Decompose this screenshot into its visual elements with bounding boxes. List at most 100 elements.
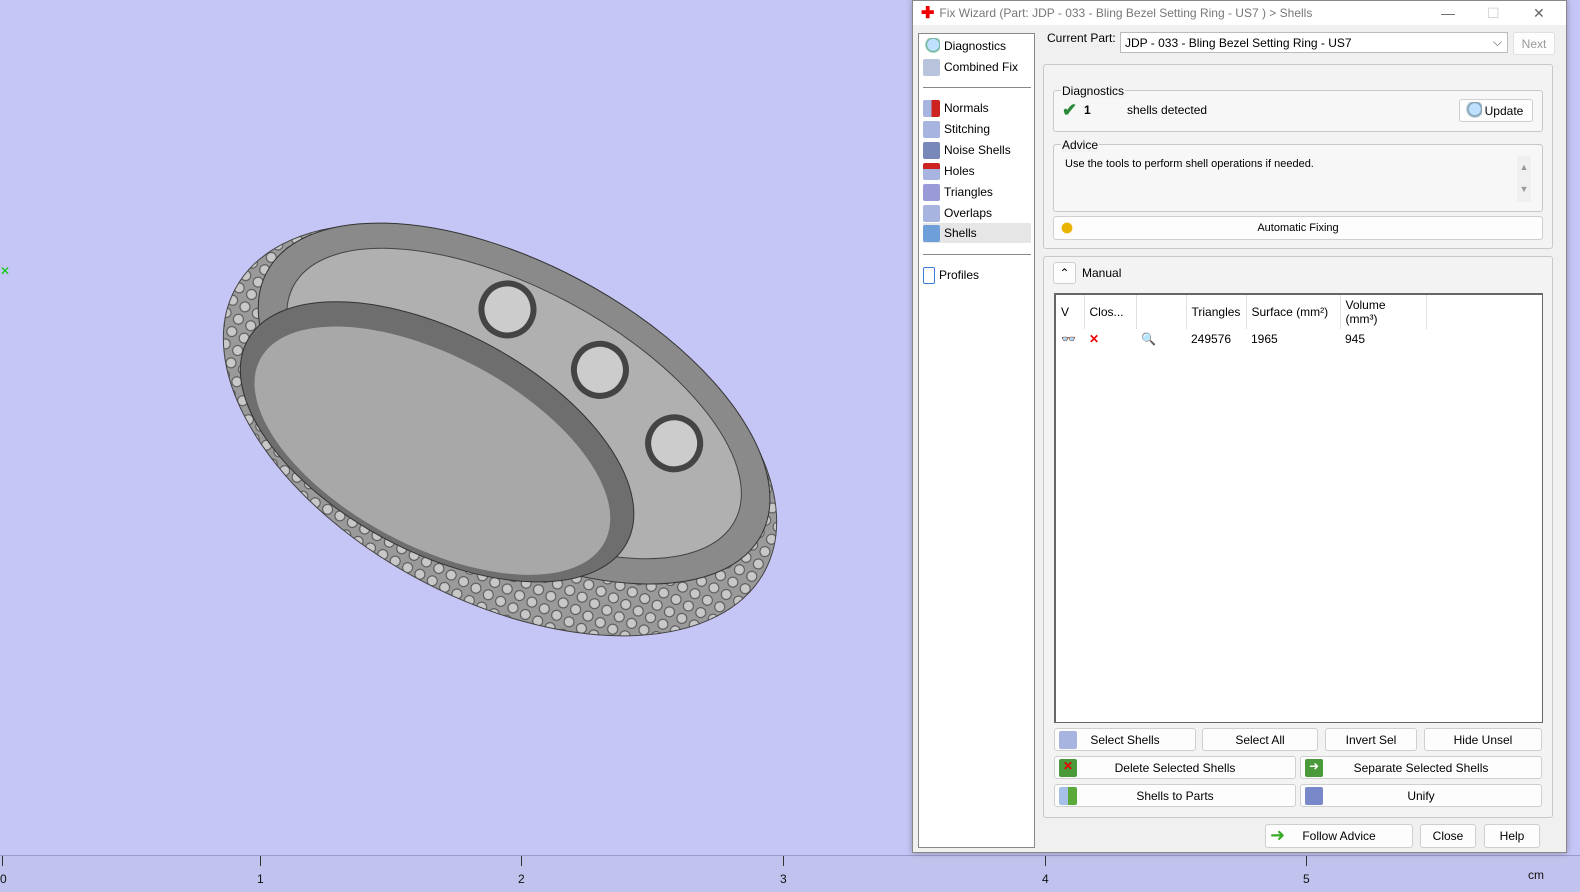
triangles-value: 249576 xyxy=(1191,332,1232,346)
ruler-label: 5 xyxy=(1303,872,1310,886)
nav-profiles[interactable]: Profiles xyxy=(923,265,1031,285)
ruler-unit: cm xyxy=(1528,868,1544,882)
next-button[interactable]: Next xyxy=(1513,32,1555,55)
combined-fix-icon xyxy=(923,58,940,76)
help-button[interactable]: Help xyxy=(1484,824,1540,848)
button-label: Delete Selected Shells xyxy=(1114,760,1236,775)
nav-label: Combined Fix xyxy=(944,60,1019,74)
table-row[interactable]: 👓 ✕ 🔍 249576 1965 945 xyxy=(1056,329,1426,349)
nav-label: Overlaps xyxy=(944,206,993,220)
shells-to-parts-icon xyxy=(1059,787,1077,805)
nav-label: Stitching xyxy=(944,122,991,136)
advice-scrollbar[interactable]: ▲ ▼ xyxy=(1517,156,1531,202)
shells-cube-icon xyxy=(923,224,940,242)
visible-glasses-icon[interactable]: 👓 xyxy=(1056,329,1084,349)
update-button[interactable]: Update xyxy=(1459,99,1533,122)
surface-value: 1965 xyxy=(1251,332,1278,346)
close-button[interactable]: Close xyxy=(1420,824,1476,848)
advice-text: Use the tools to perform shell operation… xyxy=(1065,158,1314,170)
nav-label: Shells xyxy=(944,226,977,240)
unify-button[interactable]: Unify xyxy=(1300,784,1542,807)
close-window-button[interactable]: ✕ xyxy=(1533,5,1545,22)
ruler-label: 3 xyxy=(780,872,787,886)
nav-triangles[interactable]: Triangles xyxy=(923,182,1031,202)
stitching-cube-icon xyxy=(923,120,940,138)
triangles-icon xyxy=(923,183,940,201)
button-label: Select Shells xyxy=(1090,732,1160,747)
delete-cube-icon: ✕ xyxy=(1059,759,1077,777)
col-inspect[interactable] xyxy=(1136,295,1187,329)
nav-overlaps[interactable]: Overlaps xyxy=(923,203,1031,223)
holes-cube-icon xyxy=(923,162,940,180)
fix-wizard-dialog: ✚ Fix Wizard (Part: JDP - 033 - Bling Be… xyxy=(912,0,1567,853)
table-header: V Clos... Triangles Surface (mm²) Volume… xyxy=(1056,295,1427,329)
minimize-button[interactable]: — xyxy=(1441,5,1455,21)
overlaps-icon xyxy=(923,204,940,222)
hide-unsel-button[interactable]: Hide Unsel xyxy=(1424,728,1542,751)
delete-selected-shells-button[interactable]: ✕ Delete Selected Shells xyxy=(1054,756,1296,779)
ruler-label: 1 xyxy=(257,872,264,886)
invert-sel-button[interactable]: Invert Sel xyxy=(1325,728,1417,751)
button-label: Unify xyxy=(1407,788,1435,803)
ruler: 0 1 2 3 4 5 cm xyxy=(0,855,1580,892)
follow-advice-button[interactable]: ➜ Follow Advice xyxy=(1265,824,1413,848)
button-label: Shells to Parts xyxy=(1136,788,1214,803)
advice-group xyxy=(1053,144,1543,212)
nav-label: Normals xyxy=(944,101,989,115)
maximize-button[interactable]: ☐ xyxy=(1487,5,1500,22)
button-label: Separate Selected Shells xyxy=(1353,760,1489,775)
diagnostics-title: Diagnostics xyxy=(1061,84,1126,98)
red-cross-icon: ✚ xyxy=(921,5,935,22)
col-closed[interactable]: Clos... xyxy=(1084,295,1137,329)
diagnostics-text: shells detected xyxy=(1127,103,1208,117)
noise-shells-icon xyxy=(923,141,940,159)
double-chevron-up-icon: ⌃ xyxy=(1059,266,1070,280)
unify-cubes-icon xyxy=(1305,787,1323,805)
gears-icon xyxy=(1058,219,1076,237)
col-triangles[interactable]: Triangles xyxy=(1186,295,1247,329)
col-volume[interactable]: Volume (mm³) xyxy=(1340,295,1427,329)
title-bar: ✚ Fix Wizard (Part: JDP - 033 - Bling Be… xyxy=(913,1,1566,25)
window-title: Fix Wizard (Part: JDP - 033 - Bling Beze… xyxy=(939,6,1313,20)
checkmark-icon: ✔ xyxy=(1062,100,1078,120)
select-shells-button[interactable]: Select Shells xyxy=(1054,728,1196,751)
volume-value: 945 xyxy=(1345,332,1366,346)
current-part-label: Current Part: xyxy=(1047,31,1116,45)
button-label: Follow Advice xyxy=(1302,829,1376,843)
automatic-fixing-label: Automatic Fixing xyxy=(1257,222,1339,234)
select-cube-icon xyxy=(1059,731,1077,749)
current-part-select[interactable]: JDP - 033 - Bling Bezel Setting Ring - U… xyxy=(1120,32,1508,53)
nav-label: Triangles xyxy=(944,185,993,199)
col-visible[interactable]: V xyxy=(1056,295,1085,329)
col-surface[interactable]: Surface (mm²) xyxy=(1246,295,1341,329)
document-icon xyxy=(923,266,935,284)
current-part-value: JDP - 033 - Bling Bezel Setting Ring - U… xyxy=(1125,36,1352,50)
zoom-to-shell-icon[interactable]: 🔍 xyxy=(1136,329,1186,349)
ruler-label: 4 xyxy=(1042,872,1049,886)
nav-noise-shells[interactable]: Noise Shells xyxy=(923,140,1031,160)
nav-holes[interactable]: Holes xyxy=(923,161,1031,181)
ring-model[interactable]: ✕ xyxy=(0,0,910,855)
magnifier-icon xyxy=(1464,102,1482,120)
select-all-button[interactable]: Select All xyxy=(1202,728,1318,751)
separate-cube-icon: ➜ xyxy=(1305,759,1323,777)
nav-stitching[interactable]: Stitching xyxy=(923,119,1031,139)
nav-shells[interactable]: Shells xyxy=(923,223,1031,243)
not-closed-x-icon: ✕ xyxy=(1089,332,1100,346)
nav-label: Holes xyxy=(944,164,975,178)
collapse-manual-button[interactable]: ⌃ xyxy=(1053,262,1076,284)
shells-to-parts-button[interactable]: Shells to Parts xyxy=(1054,784,1296,807)
magnifier-icon xyxy=(923,37,940,55)
shell-count: 1 xyxy=(1084,103,1091,117)
nav-label: Profiles xyxy=(939,268,980,282)
separate-selected-shells-button[interactable]: ➜ Separate Selected Shells xyxy=(1300,756,1542,779)
nav-diagnostics[interactable]: Diagnostics xyxy=(923,36,1031,56)
wizard-nav: Diagnostics Combined Fix Normals Stitchi… xyxy=(918,33,1035,848)
normals-cube-icon xyxy=(923,99,940,117)
shells-table[interactable]: V Clos... Triangles Surface (mm²) Volume… xyxy=(1054,293,1543,723)
chevron-down-icon: ⌵ xyxy=(1492,35,1502,49)
nav-combined-fix[interactable]: Combined Fix xyxy=(923,57,1031,77)
nav-normals[interactable]: Normals xyxy=(923,98,1031,118)
advice-title: Advice xyxy=(1061,138,1100,152)
automatic-fixing-button[interactable]: Automatic Fixing xyxy=(1053,216,1543,240)
